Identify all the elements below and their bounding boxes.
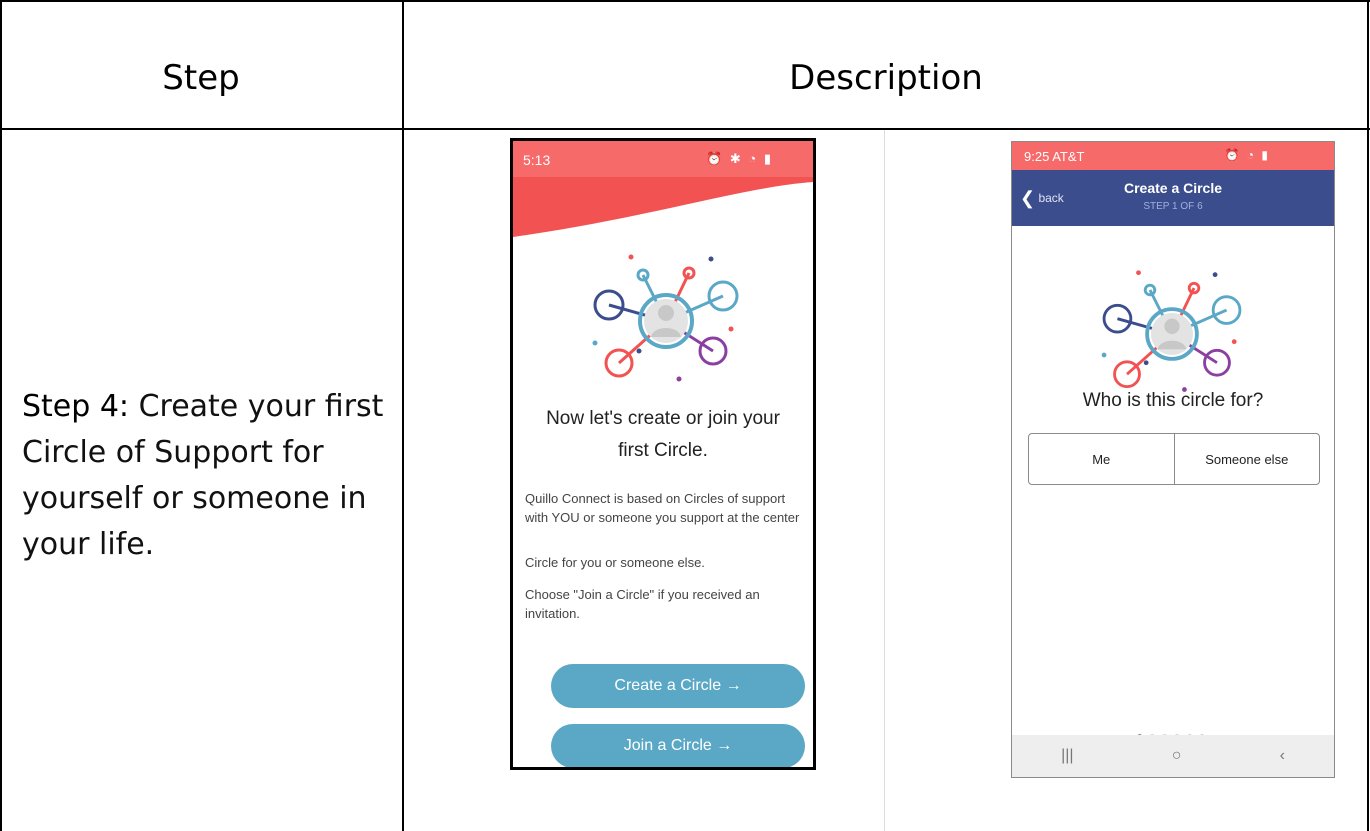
circle-for-segmented-control: Me Someone else	[1028, 433, 1320, 485]
table-border-left	[0, 0, 2, 831]
step-description: Step 4: Create your first Circle of Supp…	[22, 384, 402, 568]
create-circle-button[interactable]: Create a Circle →	[551, 664, 805, 708]
table-column-divider	[402, 0, 404, 831]
status-icons: ⏰ ◔ ▮	[1224, 148, 1270, 162]
intro-paragraph: Quillo Connect is based on Circles of su…	[525, 491, 800, 525]
android-nav-bar: ||| ○ ‹	[1012, 735, 1334, 777]
option-someone-else-button[interactable]: Someone else	[1175, 434, 1320, 484]
step-label: Step 4:	[22, 389, 130, 424]
header-subtitle: STEP 1 OF 6	[1143, 201, 1203, 212]
status-icons: ⏰ ✱ ◔ ▮	[706, 151, 773, 166]
back-nav-icon[interactable]: ‹	[1280, 747, 1285, 765]
header-description: Description	[789, 58, 983, 98]
recents-icon[interactable]: |||	[1061, 747, 1073, 765]
join-circle-button[interactable]: Join a Circle →	[551, 724, 805, 767]
phone-screenshot-welcome: 5:13 ⏰ ✱ ◔ ▮ Now let's create or join yo…	[510, 138, 816, 770]
status-time: 9:25 AT&T	[1024, 149, 1085, 164]
header-step: Step	[162, 58, 240, 98]
option-me-button[interactable]: Me	[1029, 434, 1175, 484]
header-title: Create a Circle	[1123, 180, 1223, 196]
home-icon[interactable]: ○	[1172, 747, 1182, 765]
circle-for-paragraph: Circle for you or someone else.	[525, 555, 705, 570]
question-title: Who is this circle for?	[1082, 390, 1264, 411]
status-time: 5:13	[523, 152, 551, 168]
join-hint-paragraph: Choose "Join a Circle" if you received a…	[525, 587, 760, 621]
header-wave	[513, 177, 813, 237]
phone-screenshot-create-circle: 9:25 AT&T ⏰ ◔ ▮ ❮ back Create a Circle S…	[1011, 141, 1335, 778]
table-border-top	[0, 0, 1370, 2]
welcome-title-line1: Now let's create or join your	[546, 408, 780, 429]
circle-network-logo	[1101, 270, 1242, 392]
table-header-divider	[0, 128, 1370, 130]
circle-network-logo	[592, 254, 739, 382]
welcome-title: Now let's create or join your first Circ…	[513, 403, 813, 467]
table-border-right	[1367, 0, 1369, 831]
description-inner-divider	[884, 130, 885, 831]
status-bar: 9:25 AT&T ⏰ ◔ ▮	[1012, 142, 1334, 170]
app-header: ❮ back Create a Circle STEP 1 OF 6	[1012, 170, 1334, 226]
status-bar: 5:13 ⏰ ✱ ◔ ▮	[513, 141, 813, 179]
welcome-title-line2: first Circle.	[618, 440, 708, 461]
